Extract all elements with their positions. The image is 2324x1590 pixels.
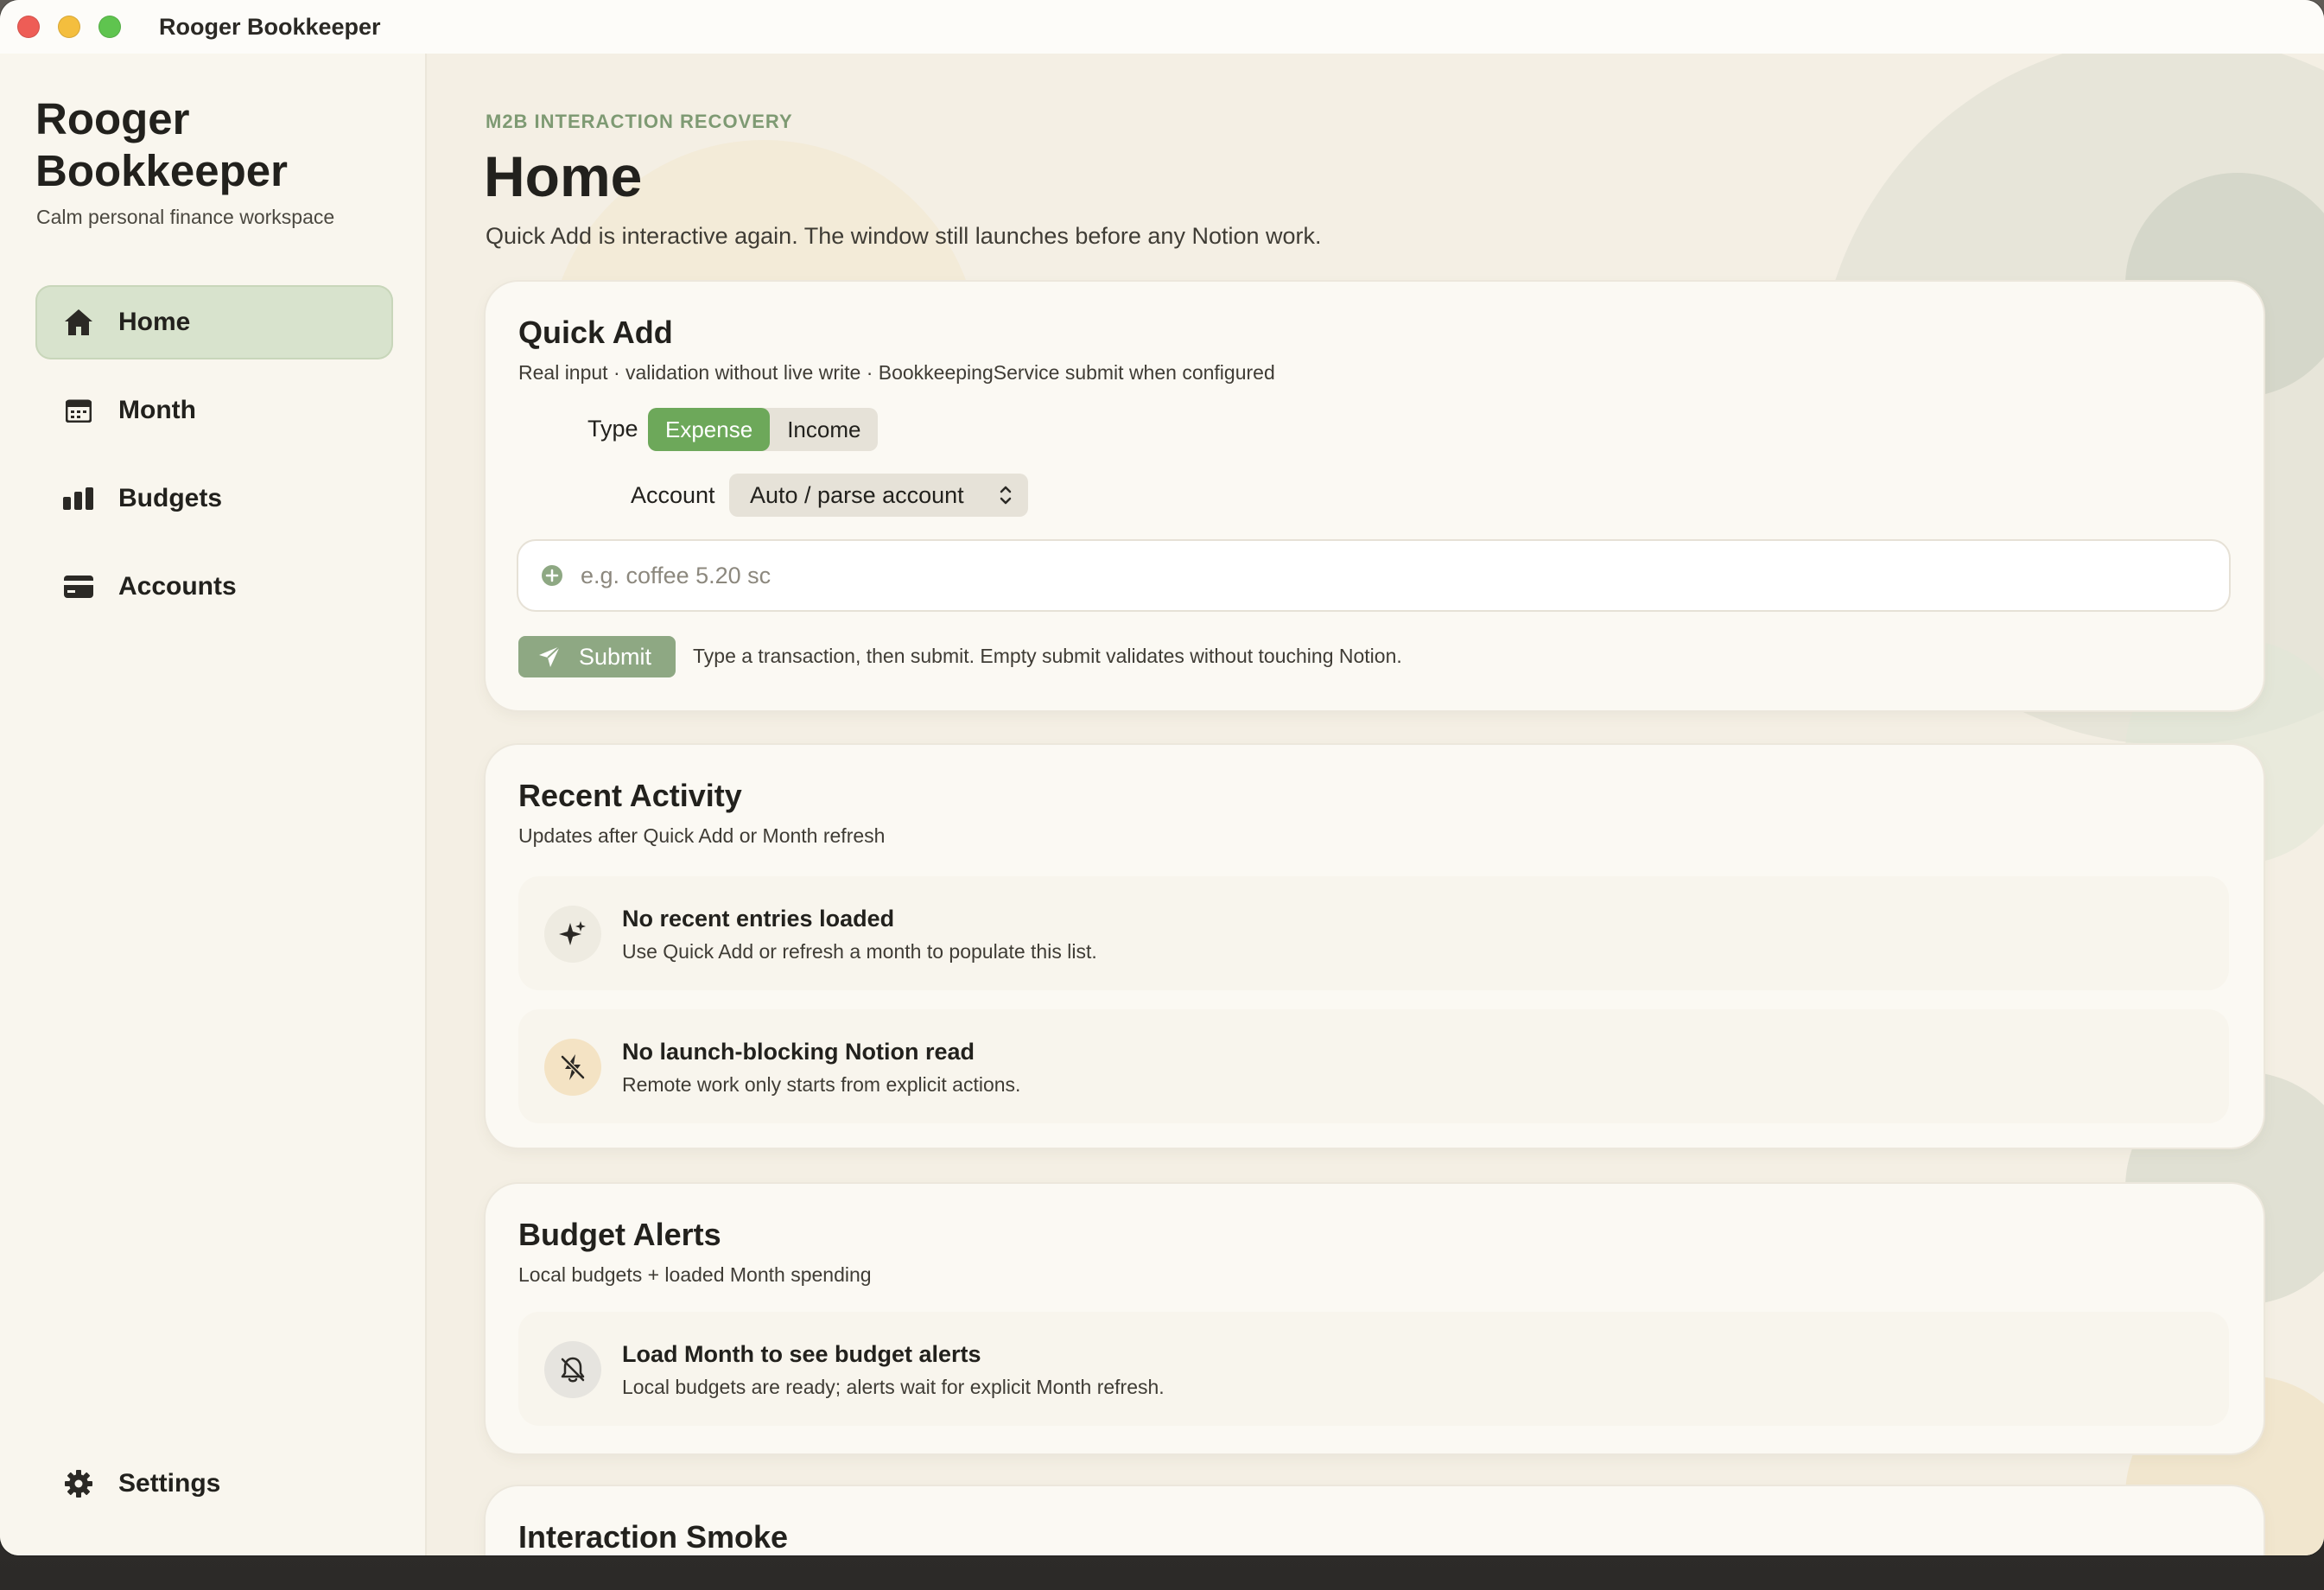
sidebar-item-label: Month xyxy=(118,396,196,424)
chevron-up-down-icon xyxy=(999,483,1013,512)
window-controls xyxy=(17,16,121,38)
brand-title: Rooger Bookkeeper xyxy=(35,94,288,195)
page-eyebrow: M2B INTERACTION RECOVERY xyxy=(486,111,793,132)
submit-button[interactable]: Submit xyxy=(518,636,676,677)
close-window-button[interactable] xyxy=(17,16,40,38)
sidebar-item-label: Settings xyxy=(118,1469,221,1498)
type-option-expense[interactable]: Expense xyxy=(648,408,771,451)
gear-icon xyxy=(61,1466,96,1501)
interaction-smoke-title: Interaction Smoke xyxy=(518,1519,789,1555)
list-item-subtitle: Remote work only starts from explicit ac… xyxy=(622,1073,1021,1096)
minimize-window-button[interactable] xyxy=(58,16,80,38)
sidebar-nav: Home Month Budgets Accounts xyxy=(35,285,393,638)
recent-activity-card: Recent Activity Updates after Quick Add … xyxy=(486,745,2264,1148)
sidebar-settings: Settings xyxy=(35,1447,393,1535)
sidebar-item-accounts[interactable]: Accounts xyxy=(35,550,393,624)
bell-slash-icon xyxy=(544,1341,601,1398)
app-window: Rooger Bookkeeper Rooger Bookkeeper Calm… xyxy=(0,0,2324,1555)
recent-activity-title: Recent Activity xyxy=(518,778,742,813)
type-segmented-control: Expense Income xyxy=(648,408,879,451)
interaction-smoke-card: Interaction Smoke xyxy=(486,1486,2264,1555)
sidebar-item-budgets[interactable]: Budgets xyxy=(35,461,393,536)
quick-add-input-field xyxy=(518,541,2229,610)
bar-chart-icon xyxy=(61,481,96,516)
list-item-title: Load Month to see budget alerts xyxy=(622,1341,981,1367)
list-item-title: No launch-blocking Notion read xyxy=(622,1039,975,1065)
sidebar-item-settings[interactable]: Settings xyxy=(35,1447,393,1521)
sidebar-item-month[interactable]: Month xyxy=(35,373,393,448)
quick-add-input[interactable] xyxy=(579,561,2207,590)
account-label: Account xyxy=(631,482,715,508)
submit-button-label: Submit xyxy=(579,643,652,670)
sidebar-item-label: Accounts xyxy=(118,572,237,601)
submit-hint: Type a transaction, then submit. Empty s… xyxy=(693,645,1402,667)
account-select[interactable]: Auto / parse account xyxy=(729,474,1028,517)
brand-subtitle: Calm personal finance workspace xyxy=(36,206,335,228)
list-item-title: No recent entries loaded xyxy=(622,906,895,932)
plus-circle-icon xyxy=(541,564,563,587)
main-content: M2B INTERACTION RECOVERY Home Quick Add … xyxy=(427,54,2324,1555)
type-label: Type xyxy=(587,416,638,442)
type-option-income[interactable]: Income xyxy=(770,408,878,451)
account-select-value: Auto / parse account xyxy=(750,481,964,508)
budget-alerts-card: Budget Alerts Local budgets + loaded Mon… xyxy=(486,1184,2264,1453)
list-item: No launch-blocking Notion read Remote wo… xyxy=(518,1009,2229,1123)
list-item: Load Month to see budget alerts Local bu… xyxy=(518,1312,2229,1426)
sidebar-item-home[interactable]: Home xyxy=(35,285,393,359)
sidebar-item-label: Home xyxy=(118,308,191,336)
budget-alerts-subtitle: Local budgets + loaded Month spending xyxy=(518,1263,872,1286)
zoom-window-button[interactable] xyxy=(98,16,121,38)
sidebar-item-label: Budgets xyxy=(118,484,222,512)
credit-card-icon xyxy=(61,569,96,604)
sidebar: Rooger Bookkeeper Calm personal finance … xyxy=(0,54,427,1555)
quick-add-title: Quick Add xyxy=(518,315,673,350)
house-icon xyxy=(61,305,96,340)
budget-alerts-title: Budget Alerts xyxy=(518,1217,721,1252)
quick-add-card: Quick Add Real input · validation withou… xyxy=(486,282,2264,710)
list-item: No recent entries loaded Use Quick Add o… xyxy=(518,876,2229,990)
list-item-subtitle: Use Quick Add or refresh a month to popu… xyxy=(622,940,1097,963)
page-title: Home xyxy=(484,144,643,208)
calendar-icon xyxy=(61,393,96,428)
recent-activity-subtitle: Updates after Quick Add or Month refresh xyxy=(518,824,886,847)
bolt-slash-icon xyxy=(544,1039,601,1096)
title-bar: Rooger Bookkeeper xyxy=(0,0,2324,54)
sparkle-icon xyxy=(544,906,601,963)
paper-plane-icon xyxy=(537,645,562,669)
page-subtitle: Quick Add is interactive again. The wind… xyxy=(486,223,1322,249)
quick-add-subtitle: Real input · validation without live wri… xyxy=(518,361,1275,384)
window-title: Rooger Bookkeeper xyxy=(159,13,381,40)
list-item-subtitle: Local budgets are ready; alerts wait for… xyxy=(622,1376,1165,1398)
